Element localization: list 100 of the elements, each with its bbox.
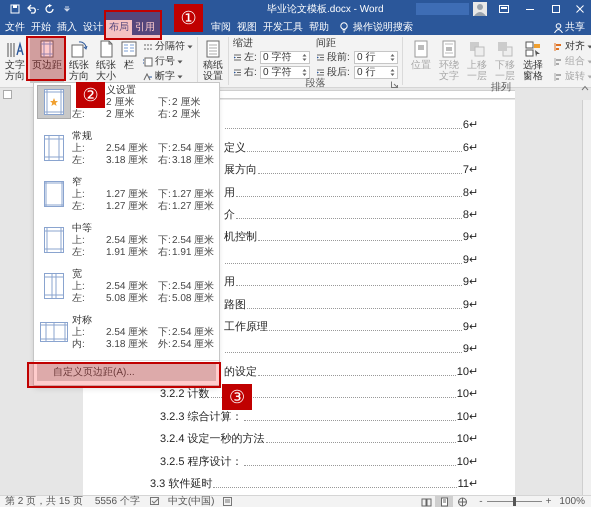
margin-label: 左:: [72, 293, 86, 304]
spinner-icon[interactable]: [302, 53, 307, 62]
ribbon-small-button[interactable]: 行号: [143, 55, 193, 68]
share-button[interactable]: 共享: [554, 20, 585, 35]
selection-pane-icon: [524, 40, 542, 58]
indent-icon: [233, 68, 242, 77]
preset-title: 窄: [72, 177, 83, 188]
toc-entry[interactable]: 工作原理: [224, 321, 268, 334]
ribbon-tab[interactable]: 视图: [234, 20, 260, 35]
margin-value: 5.08 厘米: [106, 293, 150, 304]
macro-icon[interactable]: [222, 497, 232, 506]
custom-margins-item[interactable]: 自定义页边距(A)...: [37, 364, 216, 381]
margin-label: 下:: [158, 189, 172, 200]
toc-entry[interactable]: 机控制: [224, 231, 257, 244]
ribbon-tab[interactable]: 布局: [106, 20, 132, 35]
margin-preset-item[interactable]: 对称 上: 2.54 厘米 下:2.54 厘米 内: 3.18 厘米 外:2.54 厘米: [34, 313, 219, 359]
ribbon-tab[interactable]: 帮助: [306, 20, 332, 35]
view-button[interactable]: [435, 496, 454, 507]
toc-entry[interactable]: 用: [224, 276, 235, 288]
redo-icon[interactable]: [45, 4, 55, 14]
field-label: 段后:: [327, 67, 351, 78]
page-rotate-icon: [70, 40, 88, 58]
margin-value: 2.54 厘米: [106, 327, 150, 338]
lightbulb-icon[interactable]: [340, 22, 348, 33]
ribbon-button[interactable]: 文字方向: [3, 37, 27, 83]
collapse-ribbon-icon[interactable]: [581, 85, 589, 91]
proofing-icon[interactable]: [150, 497, 160, 506]
margin-value: 1.27 厘米: [106, 189, 150, 200]
ribbon-small-button[interactable]: 断字: [143, 70, 193, 83]
page-break-icon: [143, 42, 153, 52]
customize-caret-icon[interactable]: [63, 5, 71, 13]
group-heading: 缩进: [233, 38, 254, 49]
ribbon-small-button[interactable]: 分隔符: [143, 40, 193, 53]
margin-value: 2 厘米: [106, 97, 136, 108]
ribbon-button[interactable]: 纸张大小: [94, 37, 118, 83]
margin-preset-item[interactable]: 中等 上: 2.54 厘米 下:2.54 厘米 左: 1.91 厘米 右:1.91 厘米: [34, 221, 219, 267]
margin-label: 上:: [72, 327, 86, 338]
toc-entry[interactable]: 3.3 软件延时: [150, 478, 212, 490]
page-margins-icon: [44, 135, 64, 161]
scrollbar[interactable]: [582, 100, 591, 495]
field-label: 右:: [244, 67, 258, 78]
ribbon-options-icon[interactable]: [499, 5, 509, 13]
zoom-out-button[interactable]: -: [479, 496, 483, 506]
ribbon-tab[interactable]: 审阅: [208, 20, 234, 35]
preset-title: 对称: [72, 315, 93, 326]
margin-preset-item[interactable]: 常规 上: 2.54 厘米 下:2.54 厘米 左: 3.18 厘米 右:3.18 厘米: [34, 129, 219, 175]
ribbon-tab[interactable]: 插入: [54, 20, 80, 35]
ribbon-button[interactable]: 栏: [121, 37, 137, 83]
maximize-icon[interactable]: [551, 4, 561, 14]
margin-label: 右:: [158, 109, 172, 120]
language-label[interactable]: 中文(中国): [168, 496, 215, 506]
page-margins-icon: [44, 181, 64, 207]
grid-page-icon: [204, 40, 222, 58]
ribbon-button[interactable]: 选择窗格: [521, 37, 545, 83]
ribbon-button[interactable]: 稿纸设置: [201, 37, 225, 82]
toc-entry[interactable]: 的设定: [224, 366, 257, 378]
zoom-in-button[interactable]: +: [546, 496, 552, 506]
tell-me-search[interactable]: 操作说明搜索: [353, 20, 413, 35]
number-field[interactable]: 0 字符: [260, 66, 310, 79]
toc-entry[interactable]: 3.2.2 计数: [160, 388, 210, 400]
toc-entry[interactable]: 介: [224, 209, 235, 222]
slider-thumb[interactable]: [512, 497, 516, 506]
margin-preset-item[interactable]: 宽 上: 2.54 厘米 下:2.54 厘米 左: 5.08 厘米 右:5.08 厘米: [34, 267, 219, 313]
toc-entry[interactable]: 定义: [224, 142, 246, 154]
close-icon[interactable]: [575, 4, 585, 14]
spinner-icon[interactable]: [302, 68, 307, 77]
page-number: 6↵: [462, 119, 478, 132]
toc-entry[interactable]: 3.2.5 程序设计：: [160, 456, 243, 468]
toc-entry[interactable]: 路图: [224, 298, 246, 311]
ribbon-button[interactable]: 纸张方向: [67, 37, 91, 83]
preset-title: 宽: [72, 269, 83, 280]
toc-entry[interactable]: 3.2.3 综合计算：: [160, 410, 243, 423]
number-field[interactable]: 0 行: [354, 51, 398, 64]
page-number: 10↵: [456, 433, 478, 446]
margin-preset-item[interactable]: 窄 上: 1.27 厘米 下:1.27 厘米 左: 1.27 厘米 右:1.27 厘米: [34, 175, 219, 221]
toc-entry[interactable]: 3.2.4 设定一秒的方法: [160, 433, 265, 446]
group-heading: 间距: [316, 38, 337, 49]
field-label: 段前:: [327, 52, 351, 63]
save-icon[interactable]: [10, 4, 20, 14]
number-field[interactable]: 0 字符: [260, 51, 310, 64]
zoom-level[interactable]: 100%: [559, 496, 585, 506]
ribbon-button[interactable]: 页边距: [30, 37, 64, 83]
ribbon-tab[interactable]: 开始: [28, 20, 54, 35]
page-number: 10↵: [456, 456, 478, 468]
margin-value: 1.91 厘米: [172, 247, 216, 258]
ribbon-tab[interactable]: 开发工具: [260, 20, 306, 35]
ribbon-tab[interactable]: 设计: [80, 20, 106, 35]
margin-label: 下:: [158, 281, 172, 292]
dialog-launcher-icon[interactable]: [391, 80, 398, 88]
spinner-icon[interactable]: [390, 53, 395, 62]
toc-entry[interactable]: 展方向: [224, 164, 257, 176]
ribbon-tab[interactable]: 文件: [2, 20, 28, 35]
number-field[interactable]: 0 行: [354, 66, 398, 79]
ribbon-tab[interactable]: 引用: [132, 20, 158, 35]
page-number: 9↵: [462, 343, 478, 356]
margin-value: 2.54 厘米: [106, 235, 150, 246]
ribbon-small-button[interactable]: 对齐: [553, 40, 591, 53]
toc-entry[interactable]: 用: [224, 186, 235, 199]
spinner-icon[interactable]: [390, 68, 395, 77]
margin-label: 右:: [158, 201, 172, 212]
